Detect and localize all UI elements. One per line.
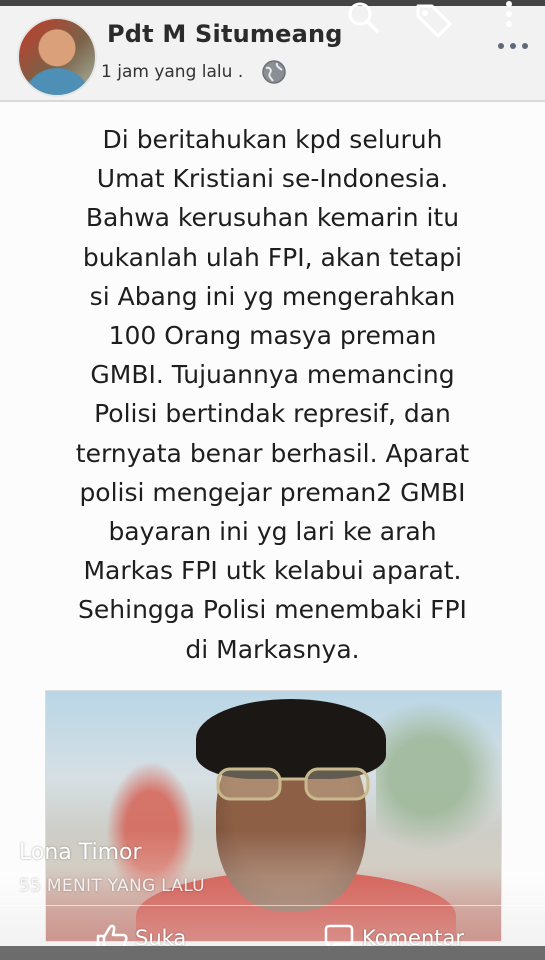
post-line: Sehingga Polisi menembaki FPI [78,595,467,625]
post-line: Markas FPI utk kelabui aparat. [83,556,462,586]
comment-timestamp: 55 MENIT YANG LALU [19,876,205,896]
status-bar-edge [0,0,545,6]
post-timestamp: 1 jam yang lalu . [101,62,243,82]
more-vertical-icon[interactable] [500,0,518,38]
bottom-bar-edge [0,946,545,960]
more-horizontal-icon[interactable] [496,40,530,52]
post-header: Pdt M Situmeang 1 jam yang lalu . [0,0,545,102]
search-icon[interactable] [344,0,382,38]
post-line: polisi mengejar preman2 GMBI [79,477,466,507]
timestamp-text: 1 jam yang lalu [101,62,233,82]
post-line: bayaran ini yg lari ke arah [108,517,437,547]
post-line: si Abang ini yg mengerahkan [89,281,456,311]
post-line: ternyata benar berhasil. Aparat [75,438,470,468]
globe-icon [262,60,286,84]
photo-person-glasses [216,767,370,801]
post-line: GMBI. Tujuannya memancing [90,360,455,390]
author-name[interactable]: Pdt M Situmeang [107,20,343,48]
overlay-divider [0,905,545,906]
photo-background-plant [376,701,501,851]
post-body: Di beritahukan kpd seluruh Umat Kristian… [30,120,515,669]
post-line: di Markasnya. [185,634,360,664]
post-line: Di beritahukan kpd seluruh [102,125,443,154]
author-avatar[interactable] [17,17,97,97]
commenter-name[interactable]: Lona Timor [19,840,142,865]
post-line: Umat Kristiani se-Indonesia. [96,164,449,194]
post-line: Bahwa kerusuhan kemarin itu [85,203,460,233]
post-screenshot: Pdt M Situmeang 1 jam yang lalu . Di ber… [0,0,545,960]
post-line: Polisi bertindak represif, dan [94,399,451,429]
timestamp-separator: . [237,62,244,82]
post-line: bukanlah ulah FPI, akan tetapi [82,242,463,272]
tag-icon[interactable] [412,0,454,38]
post-line: 100 Orang masya preman [108,321,437,351]
